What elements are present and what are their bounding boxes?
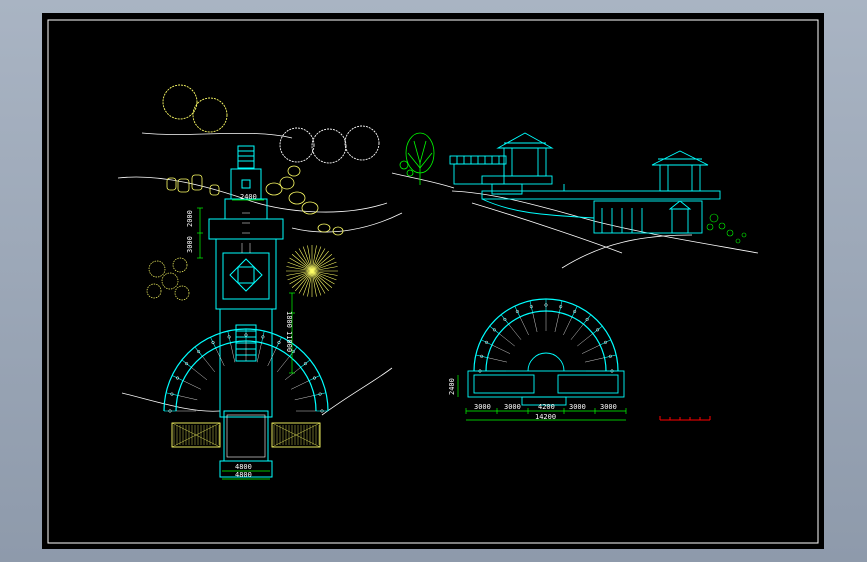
arc-dim-seg4: 3000 [569, 403, 586, 411]
dim-top-width: 2400 [240, 193, 257, 201]
elevation-pavilion-right [651, 150, 709, 234]
terrain-line [141, 132, 293, 139]
ground-line [391, 172, 455, 189]
ground-line [561, 234, 693, 269]
site-plan: 2400 2000 3000 1800 11000 4800 4800 [117, 84, 403, 480]
dim-bottom-total: 4800 [235, 471, 252, 479]
terrain-line [291, 212, 403, 233]
arc-dim-seg5: 3000 [600, 403, 617, 411]
tree-canopy [162, 84, 198, 120]
scale-bar [659, 416, 711, 421]
tree-canopy [311, 128, 347, 164]
arc-plan-base [467, 352, 625, 406]
platform [226, 414, 266, 458]
dim-bottom-width: 4800 [235, 463, 252, 471]
terrain-line [121, 392, 221, 412]
dim-right-a: 1800 [285, 311, 293, 328]
dim-left-lower: 3000 [186, 236, 194, 253]
side-pavilions [171, 422, 321, 448]
tree-canopy [279, 127, 315, 163]
arc-colonnade [163, 328, 329, 413]
dim-right-b: 11000 [285, 331, 293, 352]
tree-canopy [192, 97, 228, 133]
arc-dim-total: 14200 [535, 413, 556, 421]
arc-dim-seg1: 3000 [474, 403, 491, 411]
terrain-line [321, 367, 393, 416]
arc-dim-seg3: 4200 [538, 403, 555, 411]
dim-left-upper: 2000 [186, 210, 194, 227]
arc-plan-colonnade [473, 298, 619, 373]
elevation-pavilion-left [449, 132, 554, 195]
cad-drawing: 2400 2000 3000 1800 11000 4800 4800 3000… [47, 19, 819, 544]
cad-drawing-viewport: 2400 2000 3000 1800 11000 4800 4800 3000… [42, 13, 824, 549]
ground-line [451, 190, 759, 254]
ground-line [471, 202, 623, 254]
arc-dim-seg2: 3000 [504, 403, 521, 411]
arc-plan: 3000 3000 4200 3000 3000 14200 2400 [448, 298, 627, 421]
elevation-tree [399, 132, 435, 185]
shrub-cluster [146, 257, 190, 301]
sheet-border [47, 19, 819, 544]
arc-dim-left-height: 2400 [448, 378, 456, 395]
elevation-view [391, 132, 759, 269]
tree-canopy [344, 125, 380, 161]
palm-tree-symbol [286, 245, 338, 297]
elevation-shrubs [706, 213, 747, 244]
